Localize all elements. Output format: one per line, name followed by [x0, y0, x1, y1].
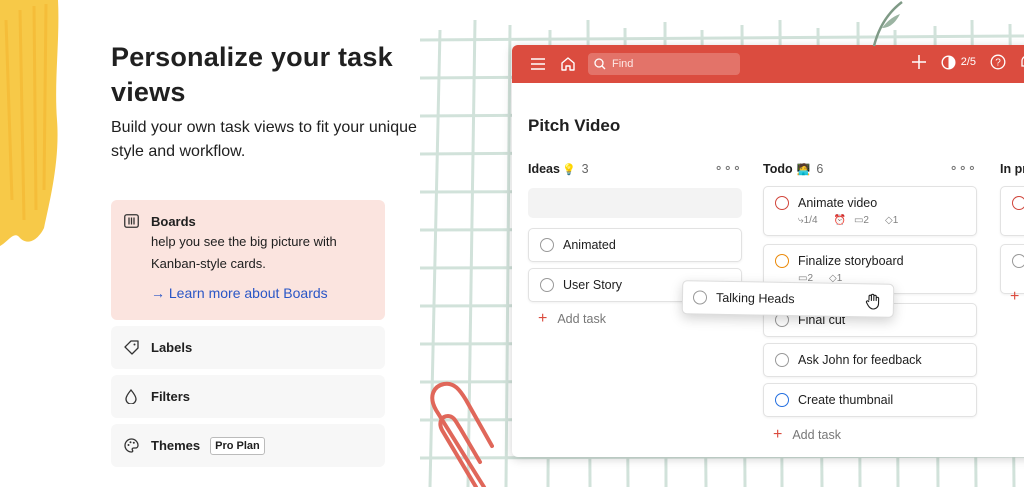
feature-boards-label: Boards	[151, 213, 196, 229]
task-checkbox[interactable]	[540, 238, 554, 252]
task-checkbox[interactable]	[775, 254, 789, 268]
top-bar: 2/5 ?	[512, 45, 1024, 83]
task-checkbox[interactable]	[1012, 254, 1024, 268]
task-checkbox[interactable]	[540, 278, 554, 292]
task-card[interactable]: Animated	[528, 228, 742, 262]
menu-icon[interactable]	[528, 54, 548, 74]
home-icon[interactable]	[558, 54, 578, 74]
paperclip-decoration	[430, 381, 494, 487]
column-header: In pr	[1000, 160, 1024, 178]
learn-more-boards-link[interactable]: → Learn more about Boards	[151, 285, 373, 301]
task-name: Talking Heads	[715, 290, 795, 307]
alarm-icon: ⏰	[833, 214, 846, 226]
comment-icon: ▭2	[853, 214, 869, 226]
drop-icon	[123, 389, 139, 405]
svg-text:?: ?	[995, 58, 1001, 69]
add-task-label: Add task	[792, 428, 841, 442]
technologist-icon: 🧑‍💻	[796, 163, 811, 176]
project-title: Pitch Video	[528, 116, 621, 135]
task-name: User Story	[563, 278, 623, 292]
feature-themes-label: Themes	[151, 438, 201, 453]
task-card[interactable]	[1000, 244, 1024, 294]
board-column-in-progress: In pr +	[1000, 160, 1024, 305]
feature-labels[interactable]: Labels	[111, 326, 385, 369]
grab-hand-icon	[865, 292, 881, 313]
column-count: 6	[816, 162, 824, 176]
more-options-icon[interactable]: ∘∘∘	[950, 160, 977, 176]
add-task-button[interactable]: +	[1010, 288, 1024, 306]
label-icon: ◇1	[884, 214, 899, 226]
task-checkbox[interactable]	[1012, 196, 1024, 210]
task-checkbox[interactable]	[692, 290, 708, 305]
leaf-decoration	[872, 1, 903, 47]
feature-filters-label: Filters	[151, 389, 191, 404]
search-input[interactable]	[612, 58, 732, 70]
more-options-icon[interactable]: ∘∘∘	[715, 160, 742, 176]
feature-labels-label: Labels	[151, 340, 193, 355]
search-box[interactable]	[588, 53, 740, 75]
task-name: Finalize storyboard	[798, 254, 904, 268]
feature-boards-description: help you see the big picture with Kanban…	[151, 234, 337, 271]
drop-placeholder	[528, 188, 742, 218]
tag-icon	[123, 340, 139, 356]
lightbulb-icon: 💡	[561, 163, 576, 176]
add-icon[interactable]	[911, 54, 927, 70]
task-card[interactable]: Create thumbnail	[763, 383, 977, 417]
column-header: Ideas 💡 3 ∘∘∘	[528, 160, 742, 178]
task-meta: ⤷1/4 ⏰ ▭2 ◇1	[764, 211, 976, 229]
task-card[interactable]: Animate video ⤷1/4 ⏰ ▭2 ◇1	[763, 186, 977, 236]
hero-subtitle: Build your own task views to fit your un…	[111, 119, 417, 160]
top-bar-actions: 2/5 ?	[897, 54, 1024, 70]
plus-icon: +	[538, 310, 548, 327]
help-icon[interactable]: ?	[990, 54, 1006, 70]
karma-count: 2/5	[960, 56, 976, 68]
karma-progress[interactable]: 2/5	[941, 54, 976, 70]
dragging-task-card[interactable]: Talking Heads	[681, 280, 895, 318]
task-name: Animate video	[798, 196, 878, 210]
column-count: 3	[581, 162, 589, 176]
board-column-todo: Todo 🧑‍💻 6 ∘∘∘ Animate video ⤷1/4 ⏰ ▭2 ◇…	[763, 160, 977, 443]
feature-boards[interactable]: Boards help you see the big picture with…	[111, 200, 385, 320]
hero-title: Personalize your task views	[111, 42, 393, 107]
paint-stroke-decoration	[0, 0, 59, 246]
task-name: Animated	[563, 238, 616, 252]
column-header: Todo 🧑‍💻 6 ∘∘∘	[763, 160, 977, 178]
feature-filters[interactable]: Filters	[111, 375, 385, 418]
task-checkbox[interactable]	[775, 196, 789, 210]
search-icon	[594, 58, 606, 70]
column-title: In pr	[1000, 162, 1024, 176]
column-title: Todo	[763, 162, 793, 176]
subtask-icon: ⤷1/4	[798, 214, 818, 226]
notification-bell-icon[interactable]	[1020, 54, 1024, 70]
task-checkbox[interactable]	[775, 393, 789, 407]
feature-list: Boards help you see the big picture with…	[111, 200, 385, 473]
plus-icon: +	[773, 426, 783, 443]
pro-plan-badge: Pro Plan	[210, 436, 265, 455]
add-task-label: Add task	[557, 312, 606, 326]
task-name: Ask John for feedback	[798, 353, 922, 367]
board-icon	[123, 213, 139, 229]
karma-icon	[941, 54, 956, 70]
board-column-ideas: Ideas 💡 3 ∘∘∘ Animated User Story + Add …	[528, 160, 742, 327]
column-title: Ideas	[528, 162, 560, 176]
task-card[interactable]	[1000, 186, 1024, 236]
plus-icon: +	[1010, 288, 1020, 305]
feature-themes[interactable]: Themes Pro Plan	[111, 424, 385, 467]
task-card[interactable]: Ask John for feedback	[763, 343, 977, 377]
app-window: 2/5 ? Pitch Video Ideas 💡 3 ∘∘∘ Animated…	[512, 45, 1024, 457]
add-task-button[interactable]: + Add task	[773, 426, 841, 444]
task-name: Create thumbnail	[798, 393, 894, 407]
task-checkbox[interactable]	[775, 353, 789, 367]
palette-icon	[123, 438, 139, 454]
add-task-button[interactable]: + Add task	[538, 310, 606, 328]
